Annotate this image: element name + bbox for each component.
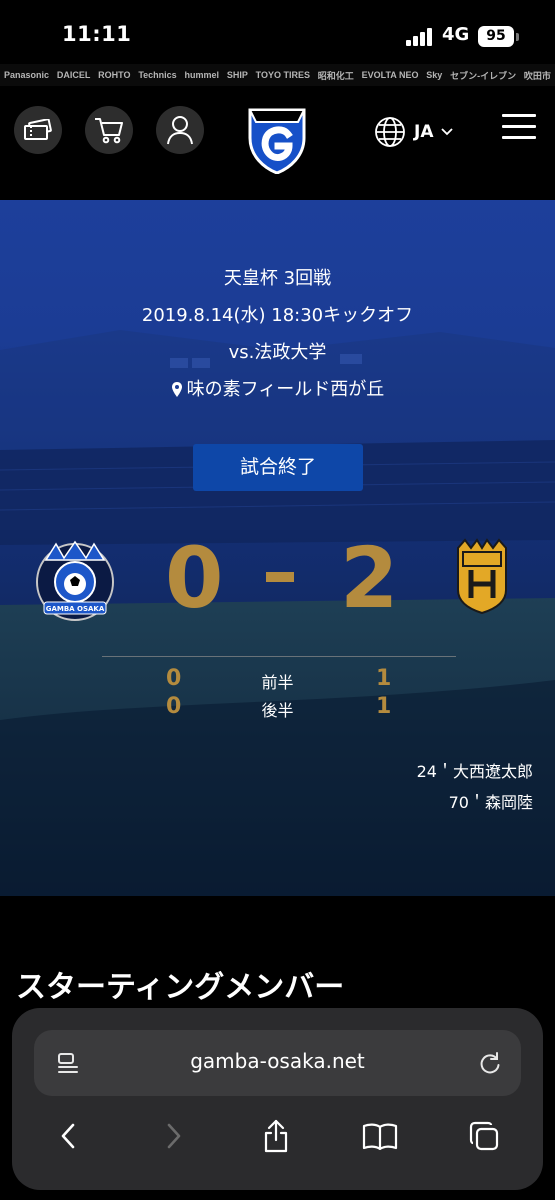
bookmarks-button[interactable]: [360, 1116, 400, 1156]
ticket-button[interactable]: [14, 106, 62, 154]
home-score: 0: [165, 529, 224, 627]
opponent: vs.法政大学: [228, 342, 327, 363]
score-divider: [102, 656, 456, 657]
account-button[interactable]: [156, 106, 204, 154]
home-team-crest[interactable]: GAMBA OSAKA: [34, 538, 116, 622]
url-text: gamba-osaka.net: [190, 1049, 365, 1073]
battery-icon: 95: [478, 26, 514, 47]
match-hero: 天皇杯 3回戦 2019.8.14(水) 18:30キックオフ vs.法政大学 …: [0, 200, 555, 896]
cart-icon: [95, 118, 123, 144]
second-half-row: 0 後半 1: [0, 694, 555, 720]
venue: 味の素フィールド西が丘: [186, 379, 385, 400]
sponsor-logo[interactable]: Panasonic: [4, 70, 49, 80]
sponsor-logo[interactable]: 吹田市: [524, 69, 551, 82]
competition: 天皇杯 3回戦: [223, 268, 332, 289]
tabs-icon: [469, 1121, 499, 1151]
ticket-icon: [24, 119, 52, 140]
score-separator: [266, 572, 294, 582]
sponsor-logo[interactable]: DAICEL: [57, 70, 91, 80]
second-half-away: 1: [376, 694, 392, 719]
sponsor-logo[interactable]: TOYO TIRES: [256, 70, 310, 80]
sponsor-logo[interactable]: hummel: [184, 70, 219, 80]
section-title: スターティングメンバー: [16, 970, 345, 1005]
signal-icon: [406, 28, 434, 46]
away-team-crest[interactable]: [455, 538, 509, 614]
second-half-label: 後半: [261, 701, 294, 720]
forward-button[interactable]: [154, 1116, 194, 1156]
sponsor-logo[interactable]: SHIP: [227, 70, 248, 80]
sponsor-logo[interactable]: EVOLTA NEO: [362, 70, 419, 80]
globe-icon: [375, 117, 405, 147]
status-bar: 11:11 4G 95: [0, 0, 555, 64]
first-half-away: 1: [376, 666, 392, 691]
language-selector[interactable]: JA: [374, 116, 454, 148]
tabs-button[interactable]: [464, 1116, 504, 1156]
status-time: 11:11: [62, 22, 132, 46]
network-type: 4G: [442, 24, 470, 45]
away-score: 2: [340, 529, 399, 627]
user-icon: [167, 116, 193, 145]
back-button[interactable]: [48, 1116, 88, 1156]
site-header: JA: [0, 86, 555, 200]
sponsor-logo[interactable]: セブン-イレブン: [450, 69, 516, 82]
home-crest-text: GAMBA OSAKA: [46, 605, 105, 613]
sponsor-logo[interactable]: Technics: [138, 70, 176, 80]
cart-button[interactable]: [85, 106, 133, 154]
first-half-row: 0 前半 1: [0, 666, 555, 692]
sponsor-logo[interactable]: Sky: [426, 70, 442, 80]
language-label: JA: [414, 122, 434, 142]
book-icon: [362, 1123, 398, 1150]
back-icon: [61, 1123, 75, 1149]
match-datetime: 2019.8.14(水) 18:30キックオフ: [141, 305, 414, 326]
share-icon: [264, 1119, 288, 1153]
battery-nub: [516, 33, 519, 41]
match-status-button[interactable]: 試合終了: [193, 444, 363, 491]
address-bar[interactable]: gamba-osaka.net: [34, 1030, 521, 1096]
sponsor-logo[interactable]: ROHTO: [98, 70, 130, 80]
menu-icon[interactable]: [502, 114, 536, 140]
sponsor-strip: Panasonic DAICEL ROHTO Technics hummel S…: [0, 64, 555, 86]
match-info: 天皇杯 3回戦 2019.8.14(水) 18:30キックオフ vs.法政大学 …: [0, 260, 555, 408]
first-half-label: 前半: [261, 673, 294, 692]
away-scorer: 70＇森岡陸: [448, 793, 533, 812]
away-scorer: 24＇大西遼太郎: [416, 762, 533, 781]
sponsor-logo[interactable]: 昭和化工: [318, 69, 354, 82]
club-logo[interactable]: [248, 108, 306, 175]
reload-icon[interactable]: [477, 1050, 503, 1076]
forward-icon: [167, 1123, 181, 1149]
location-pin-icon: [171, 382, 182, 397]
venue-row: 味の素フィールド西が丘: [0, 371, 555, 408]
share-button[interactable]: [256, 1116, 296, 1156]
chevron-down-icon: [441, 128, 454, 136]
browser-toolbar: gamba-osaka.net: [12, 1008, 543, 1190]
